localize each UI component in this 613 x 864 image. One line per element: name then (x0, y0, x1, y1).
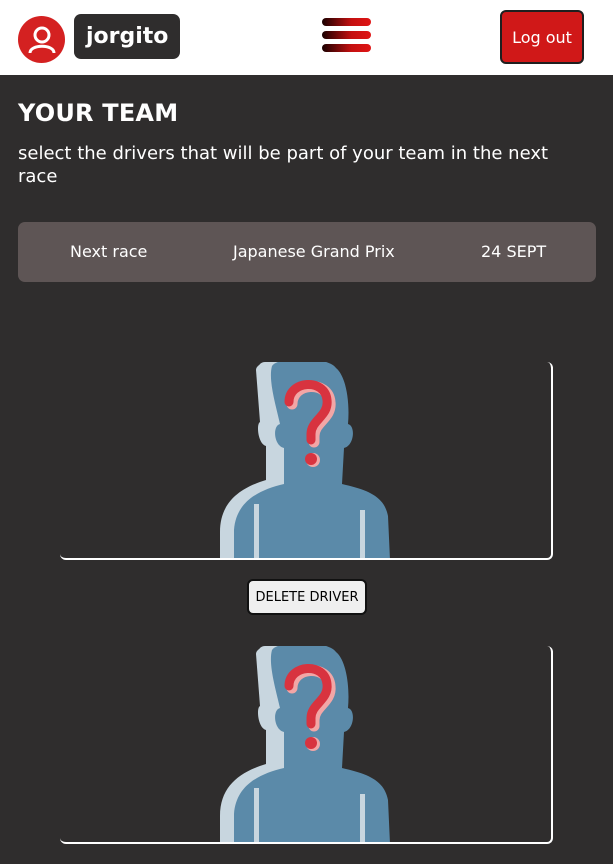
avatar[interactable] (18, 16, 65, 63)
unknown-driver-icon (220, 646, 390, 842)
hamburger-menu-button[interactable] (322, 18, 372, 54)
page-subtitle: select the drivers that will be part of … (18, 143, 549, 187)
user-icon (28, 26, 55, 53)
unknown-driver-icon (220, 362, 390, 558)
next-race-banner: Next race Japanese Grand Prix 24 SEPT (18, 222, 596, 282)
delete-driver-button[interactable]: DELETE DRIVER (247, 579, 367, 615)
race-name: Japanese Grand Prix (233, 242, 395, 261)
driver-slot[interactable] (60, 362, 553, 560)
top-bar: jorgito Log out (0, 0, 613, 75)
logout-button[interactable]: Log out (500, 10, 584, 64)
page-title: YOUR TEAM (18, 99, 179, 127)
race-date: 24 SEPT (481, 242, 547, 261)
driver-slot[interactable] (60, 646, 553, 844)
next-race-label: Next race (70, 242, 148, 261)
username-badge: jorgito (74, 14, 181, 59)
